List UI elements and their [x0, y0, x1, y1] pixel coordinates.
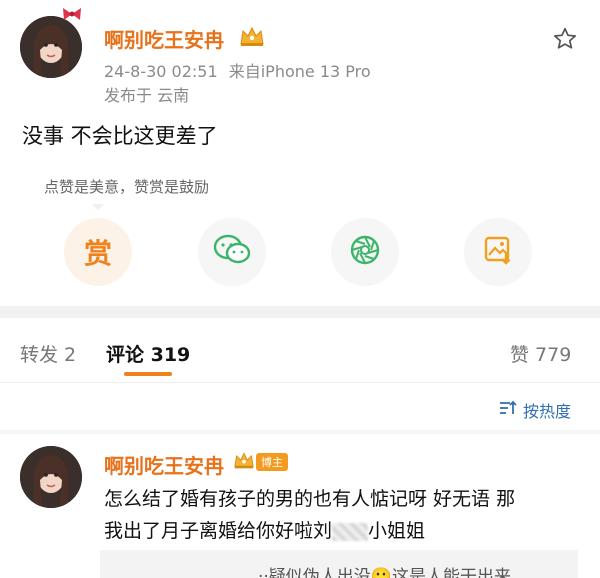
post-timestamp: 24-8-30 02:51 来自iPhone 13 Pro	[104, 58, 371, 82]
author-badge-label: 博主	[256, 453, 288, 471]
comment-avatar[interactable]	[20, 446, 82, 508]
quoted-comment[interactable]: ··疑似伪人出没🙂这是人能干出来	[100, 550, 578, 578]
comment-author-name[interactable]: 啊别吃王安冉	[104, 450, 224, 479]
comment-text-line2-start: 我出了月子离婚给你好啦刘	[104, 520, 333, 542]
source-text: 来自iPhone 13 Pro	[228, 62, 371, 81]
comment-divider	[0, 430, 600, 434]
tab-repost[interactable]: 转发 2	[20, 340, 76, 367]
share-wechat-button[interactable]	[198, 218, 266, 286]
save-image-icon	[482, 234, 514, 270]
star-icon[interactable]	[552, 26, 578, 56]
share-moments-button[interactable]	[331, 218, 399, 286]
post-author-name[interactable]: 啊别吃王安冉	[104, 24, 224, 53]
sort-icon	[499, 400, 517, 420]
bow-decoration-icon	[60, 6, 84, 26]
reward-icon: 赏	[83, 237, 112, 270]
crown-icon	[232, 450, 256, 474]
tab-bottom-border	[0, 382, 600, 383]
crown-icon	[238, 24, 266, 52]
tab-likes[interactable]: 赞 779	[510, 340, 571, 367]
blurred-text	[332, 522, 369, 541]
comment-text-line1: 怎么结了婚有孩子的男的也有人惦记呀 好无语 那	[104, 488, 516, 510]
tip-pointer	[92, 204, 104, 210]
comment-text-line2-end: 小姐姐	[368, 520, 426, 542]
comment-text-line2: 我出了月子离婚给你好啦刘 小姐姐	[104, 516, 425, 543]
sort-label: 按热度	[523, 402, 572, 421]
timestamp-text: 24-8-30 02:51	[104, 62, 218, 81]
sort-button[interactable]: 按热度	[499, 398, 571, 422]
post-text: 没事 不会比这更差了	[22, 124, 218, 148]
section-divider	[0, 306, 600, 318]
active-tab-indicator	[124, 372, 172, 376]
comment-author-badge: 博主	[232, 450, 288, 474]
reward-tip: 点赞是美意，赞赏是鼓励	[44, 178, 210, 196]
moments-icon	[348, 233, 382, 271]
save-image-button[interactable]	[464, 218, 532, 286]
tab-comments[interactable]: 评论 319	[106, 340, 190, 367]
reward-button[interactable]: 赏	[64, 218, 132, 286]
post-location: 发布于 云南	[104, 86, 190, 105]
wechat-icon	[213, 234, 251, 270]
quoted-comment-text: ··疑似伪人出没🙂这是人能干出来	[258, 567, 511, 578]
